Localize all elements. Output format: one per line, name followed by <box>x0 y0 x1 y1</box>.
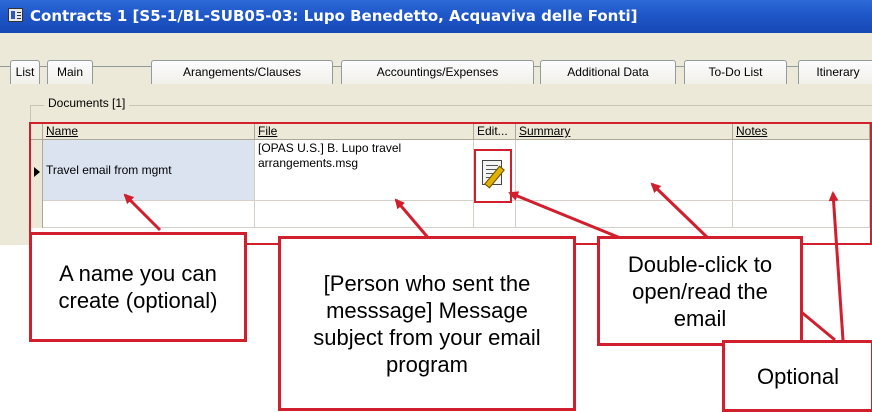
callout-optional: Optional <box>722 340 872 412</box>
callout-file: [Person who sent the messsage] Message s… <box>278 236 576 411</box>
arrow-to-summary <box>650 182 712 242</box>
arrow-to-notes <box>828 191 845 341</box>
arrow-to-name <box>123 193 162 232</box>
arrow-to-file <box>394 198 432 241</box>
callout-edit: Double-click to open/read the email <box>597 236 803 346</box>
callout-name: A name you can create (optional) <box>29 232 247 342</box>
